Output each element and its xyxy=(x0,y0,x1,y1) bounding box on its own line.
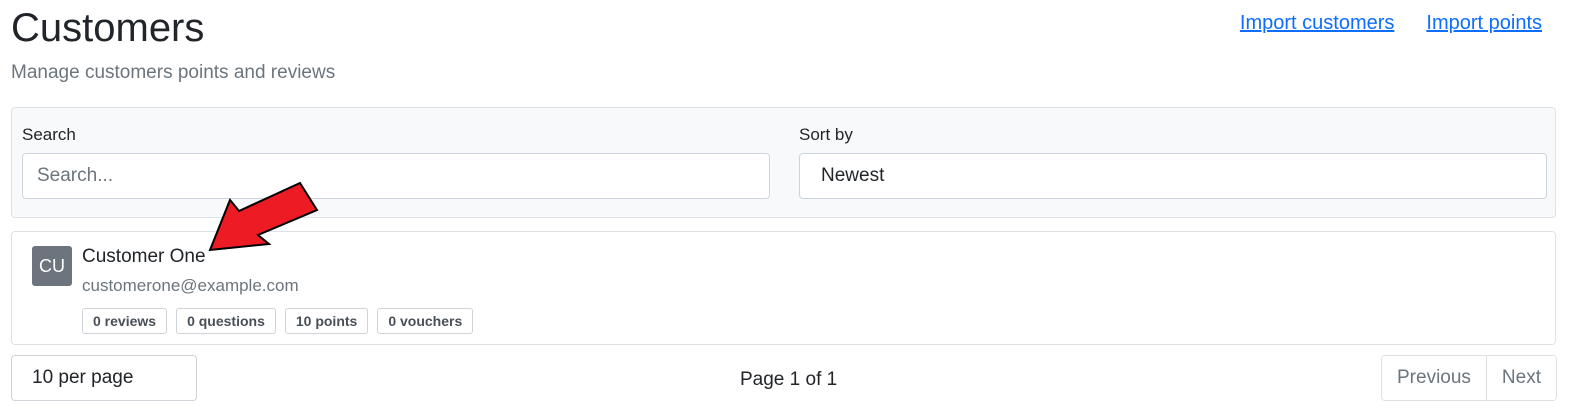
per-page-select[interactable]: 10 per page xyxy=(11,355,197,401)
search-label: Search xyxy=(22,125,76,144)
search-input[interactable] xyxy=(23,165,769,187)
customer-email: customerone@example.com xyxy=(82,276,299,295)
avatar: CU xyxy=(32,246,72,286)
questions-badge: 0 questions xyxy=(176,308,276,334)
sort-label: Sort by xyxy=(799,125,853,144)
customer-name-link[interactable]: Customer One xyxy=(82,246,206,268)
annotation-arrow-icon xyxy=(208,181,319,252)
reviews-badge: 0 reviews xyxy=(82,308,168,334)
vouchers-badge: 0 vouchers xyxy=(377,308,474,334)
search-field xyxy=(22,153,770,199)
pager: Previous Next xyxy=(1381,355,1557,401)
import-points-link[interactable]: Import points xyxy=(1426,12,1542,35)
page-subtitle: Manage customers points and reviews xyxy=(11,62,336,83)
page-info: Page 1 of 1 xyxy=(740,369,838,390)
arrow-shape xyxy=(208,181,319,252)
customer-badges: 0 reviews 0 questions 10 points 0 vouche… xyxy=(82,308,474,334)
header-links: Import customers Import points xyxy=(1240,12,1542,35)
next-button[interactable]: Next xyxy=(1485,356,1556,400)
page-title: Customers xyxy=(11,6,205,50)
previous-button[interactable]: Previous xyxy=(1382,356,1486,400)
sort-select[interactable]: Newest xyxy=(799,153,1547,199)
sort-select-value: Newest xyxy=(821,165,885,186)
points-badge: 10 points xyxy=(284,308,369,334)
import-customers-link[interactable]: Import customers xyxy=(1240,12,1394,35)
